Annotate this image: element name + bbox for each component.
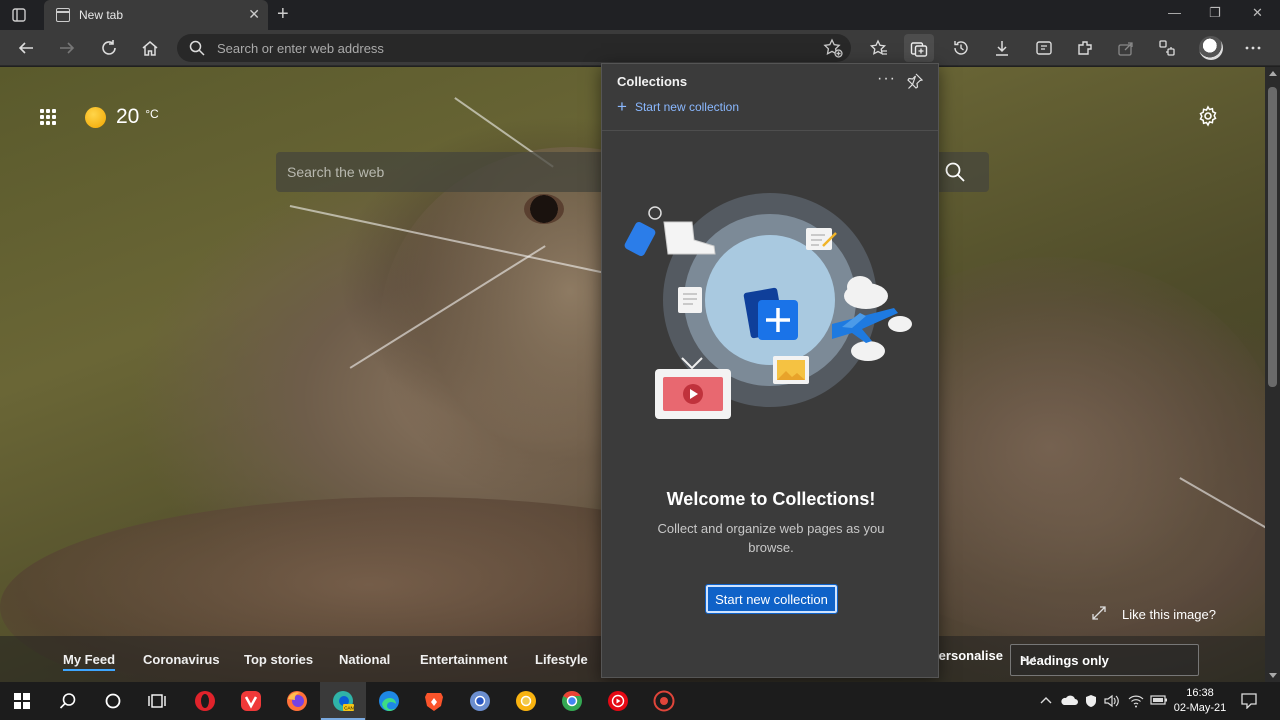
- clock-date: 02-May-21: [1173, 702, 1227, 714]
- clock-time: 16:38: [1186, 687, 1214, 699]
- chrome-canary-icon[interactable]: [512, 687, 540, 715]
- collections-title: Collections: [617, 74, 688, 89]
- collections-pane: Collections ··· + Start new collection W…: [601, 63, 939, 678]
- share-icon[interactable]: [1114, 36, 1138, 60]
- windows-start-icon[interactable]: [8, 687, 36, 715]
- sun-icon: [85, 107, 106, 128]
- youtube-music-icon[interactable]: [604, 687, 632, 715]
- app-launcher-icon[interactable]: [40, 109, 56, 125]
- tab-national[interactable]: National: [339, 652, 390, 667]
- system-clock[interactable]: 16:38 02-May-21: [1170, 686, 1230, 716]
- personalise-button[interactable]: Personalise: [930, 648, 1003, 663]
- welcome-title: Welcome to Collections!: [666, 489, 876, 509]
- collections-icon[interactable]: [904, 34, 934, 62]
- plus-icon: +: [617, 97, 627, 116]
- search-icon[interactable]: [54, 687, 82, 715]
- expand-icon[interactable]: [1092, 606, 1106, 623]
- battery-icon[interactable]: [1150, 694, 1168, 709]
- onedrive-icon[interactable]: [1060, 694, 1078, 709]
- collections-illustration: [624, 193, 912, 419]
- tab-actions-icon[interactable]: [8, 5, 30, 25]
- svg-text:CAN: CAN: [344, 706, 354, 711]
- close-window-icon[interactable]: ✕: [1252, 5, 1263, 21]
- tab-new-tab[interactable]: New tab ✕: [44, 0, 268, 30]
- favorites-icon[interactable]: [867, 36, 891, 60]
- opera-icon[interactable]: [191, 687, 219, 715]
- scrollbar-thumb[interactable]: [1268, 87, 1277, 387]
- search-icon: [189, 40, 205, 61]
- search-icon[interactable]: [945, 162, 965, 187]
- welcome-description: Collect and organize web pages as you br…: [657, 521, 885, 555]
- downloads-icon[interactable]: [990, 36, 1014, 60]
- vivaldi-icon[interactable]: [237, 687, 265, 715]
- start-new-collection-link[interactable]: + Start new collection: [617, 97, 739, 116]
- toolbar: [0, 30, 1280, 66]
- chevron-down-icon: [1020, 651, 1190, 672]
- tab-top-stories[interactable]: Top stories: [244, 652, 313, 667]
- start-link-label: Start new collection: [634, 100, 739, 114]
- show-hidden-icons-icon[interactable]: [1040, 694, 1052, 708]
- tab-strip: New tab ✕ + — ❐ ✕: [0, 0, 1280, 30]
- otter-eye: [524, 194, 564, 224]
- edge-icon[interactable]: [375, 687, 403, 715]
- task-view-icon[interactable]: [143, 687, 171, 715]
- temperature-value: 20: [116, 105, 140, 128]
- cortana-icon[interactable]: [99, 687, 127, 715]
- notification-center-icon[interactable]: [1241, 693, 1257, 714]
- temperature-unit: °C: [145, 107, 159, 121]
- address-bar[interactable]: [177, 34, 851, 62]
- security-icon[interactable]: [1084, 694, 1098, 711]
- home-icon[interactable]: [138, 36, 162, 60]
- web-capture-icon[interactable]: [1032, 36, 1056, 60]
- media-app-icon[interactable]: [650, 687, 678, 715]
- history-icon[interactable]: [949, 36, 973, 60]
- chrome-icon[interactable]: [558, 687, 586, 715]
- page-settings-icon[interactable]: [1197, 105, 1219, 132]
- close-tab-icon[interactable]: ✕: [248, 6, 260, 23]
- edge-canary-icon[interactable]: CAN: [321, 687, 365, 720]
- new-tab-favicon-icon: [56, 8, 70, 22]
- tab-my-feed[interactable]: My Feed: [63, 652, 116, 671]
- page-scrollbar[interactable]: [1265, 67, 1280, 682]
- tab-lifestyle[interactable]: Lifestyle: [535, 652, 588, 667]
- forward-icon[interactable]: [55, 36, 79, 60]
- profile-avatar[interactable]: [1199, 36, 1223, 60]
- chromium-icon[interactable]: [466, 687, 494, 715]
- tab-entertainment[interactable]: Entertainment: [420, 652, 507, 667]
- tab-coronavirus[interactable]: Coronavirus: [143, 652, 220, 667]
- weather-temperature[interactable]: 20 °C: [116, 105, 159, 129]
- apps-icon[interactable]: [1155, 36, 1179, 60]
- minimize-icon[interactable]: —: [1168, 5, 1181, 20]
- more-options-icon[interactable]: [1241, 36, 1265, 60]
- taskbar: CAN 16:38 02-May-21: [0, 682, 1280, 720]
- pin-icon[interactable]: [907, 73, 924, 94]
- restore-icon[interactable]: ❐: [1209, 5, 1221, 21]
- like-image-text[interactable]: Like this image?: [1122, 607, 1216, 622]
- web-search-input[interactable]: [287, 162, 587, 182]
- refresh-icon[interactable]: [97, 36, 121, 60]
- tab-title: New tab: [79, 8, 124, 22]
- firefox-icon[interactable]: [283, 687, 311, 715]
- address-input[interactable]: [217, 38, 777, 58]
- wifi-icon[interactable]: [1128, 694, 1144, 711]
- extensions-icon[interactable]: [1073, 36, 1097, 60]
- volume-icon[interactable]: [1104, 694, 1120, 711]
- more-icon[interactable]: ···: [877, 70, 896, 88]
- collections-header: Collections ··· + Start new collection: [602, 64, 938, 131]
- start-new-collection-button[interactable]: Start new collection: [705, 584, 838, 614]
- like-image-link[interactable]: Like this image?: [1092, 606, 1216, 623]
- new-tab-button[interactable]: +: [277, 3, 289, 26]
- layout-select[interactable]: Headings only: [1010, 644, 1199, 676]
- add-favorite-icon[interactable]: [823, 38, 843, 63]
- brave-icon[interactable]: [420, 687, 448, 715]
- scroll-up-icon[interactable]: [1269, 71, 1277, 76]
- scroll-down-icon[interactable]: [1269, 673, 1277, 678]
- back-icon[interactable]: [14, 36, 38, 60]
